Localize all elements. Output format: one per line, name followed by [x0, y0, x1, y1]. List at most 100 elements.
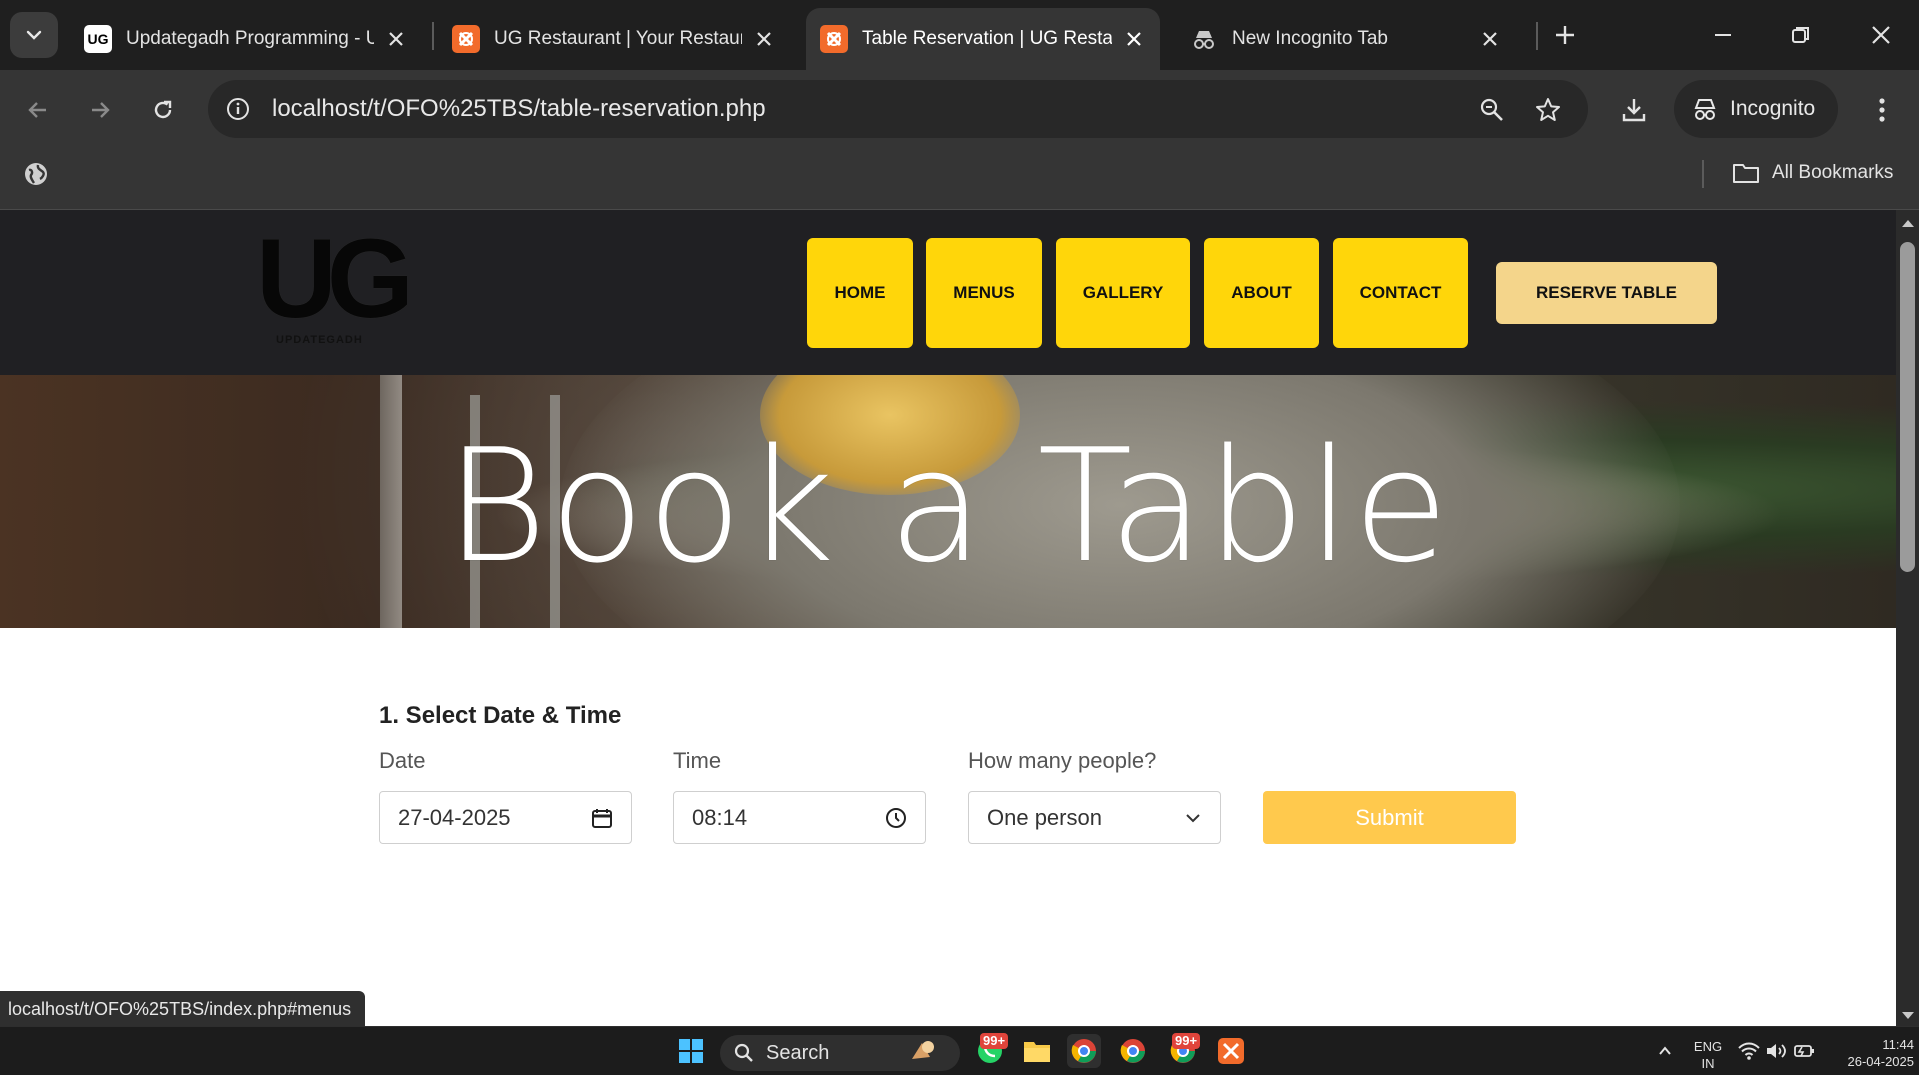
- folder-icon: [1733, 164, 1759, 183]
- zoom-icon: [1480, 98, 1503, 121]
- chrome-badge: 99+: [1172, 1033, 1201, 1049]
- ug-logo-icon: UG: [84, 25, 112, 53]
- tab-separator: [1536, 22, 1538, 50]
- globe-icon: [25, 163, 47, 185]
- new-tab-button[interactable]: [1550, 20, 1580, 50]
- hero-banner: Book a Table: [0, 375, 1896, 628]
- logo-subtitle: UPDATEGADH: [276, 334, 363, 346]
- battery-icon[interactable]: [1788, 1034, 1822, 1068]
- incognito-icon: [1694, 99, 1716, 120]
- nav-gallery[interactable]: GALLERY: [1056, 238, 1190, 348]
- minimize-icon: [1715, 34, 1731, 36]
- nav-contact[interactable]: CONTACT: [1333, 238, 1468, 348]
- nav-menus[interactable]: MENUS: [926, 238, 1042, 348]
- tray-chevron-up-icon[interactable]: [1648, 1034, 1682, 1068]
- tab-updategadh[interactable]: UG Updategadh Programming - U: [70, 8, 422, 70]
- language-indicator[interactable]: ENG IN: [1686, 1038, 1730, 1072]
- arrow-left-icon: [28, 102, 46, 118]
- chevron-down-icon: [1186, 813, 1200, 822]
- hero-title: Book a Table: [445, 415, 1451, 597]
- language-code: ENG: [1693, 1039, 1723, 1054]
- star-icon: [1536, 98, 1560, 121]
- plus-icon: [1556, 26, 1574, 44]
- bookmarks-bar: [0, 150, 1919, 210]
- submit-button[interactable]: Submit: [1263, 791, 1516, 844]
- window-close-button[interactable]: [1860, 14, 1902, 56]
- close-icon: [1872, 26, 1890, 44]
- chevron-down-icon: [26, 30, 42, 40]
- search-label: Search: [766, 1041, 830, 1064]
- tab-search-button[interactable]: [10, 12, 58, 58]
- globe-bookmark[interactable]: [14, 152, 58, 196]
- page-viewport: UG UPDATEGADH HOME MENUS GALLERY ABOUT C…: [0, 210, 1896, 1026]
- reservation-form: 1. Select Date & Time Date Time How many…: [0, 628, 1896, 1026]
- all-bookmarks-button[interactable]: All Bookmarks: [1732, 162, 1893, 184]
- people-select[interactable]: One person: [968, 791, 1221, 844]
- reserve-table-button[interactable]: RESERVE TABLE: [1496, 262, 1717, 324]
- date-input[interactable]: 27-04-2025: [379, 791, 632, 844]
- site-info-icon[interactable]: [222, 93, 254, 125]
- people-value: One person: [987, 804, 1102, 830]
- profile-label: Incognito: [1730, 97, 1816, 120]
- calendar-icon[interactable]: [591, 807, 613, 829]
- kebab-menu-icon: [1879, 98, 1885, 122]
- download-icon: [1622, 99, 1646, 122]
- whatsapp-badge: 99+: [980, 1033, 1009, 1049]
- nav-about[interactable]: ABOUT: [1204, 238, 1319, 348]
- tab-title: Updategadh Programming - U: [126, 28, 374, 49]
- date-value: 27-04-2025: [398, 804, 511, 830]
- incognito-profile-button[interactable]: Incognito: [1674, 80, 1838, 138]
- zoom-button[interactable]: [1470, 88, 1514, 132]
- browser-menu-button[interactable]: [1860, 88, 1904, 132]
- chrome-incognito-icon[interactable]: [1067, 1034, 1101, 1068]
- bookmark-button[interactable]: [1526, 88, 1570, 132]
- step-title: 1. Select Date & Time: [379, 702, 622, 729]
- start-button[interactable]: [674, 1034, 708, 1068]
- all-bookmarks-label: All Bookmarks: [1772, 162, 1894, 183]
- xampp-taskbar-icon[interactable]: [1214, 1034, 1248, 1068]
- xampp-icon: [452, 25, 480, 53]
- scroll-down-icon[interactable]: [1900, 1009, 1915, 1023]
- site-logo[interactable]: UG UPDATEGADH: [256, 216, 414, 346]
- scrollbar-thumb[interactable]: [1900, 242, 1915, 572]
- incognito-icon: [1190, 25, 1218, 53]
- nav-home[interactable]: HOME: [807, 238, 913, 348]
- close-icon[interactable]: [1122, 27, 1146, 51]
- xampp-icon: [820, 25, 848, 53]
- link-status-bubble: localhost/t/OFO%25TBS/index.php#menus: [0, 991, 366, 1027]
- tab-new-incognito[interactable]: New Incognito Tab: [1176, 8, 1516, 70]
- tab-table-reservation[interactable]: Table Reservation | UG Restaurant: [806, 8, 1160, 70]
- scroll-up-icon[interactable]: [1900, 216, 1915, 230]
- clock-icon[interactable]: [885, 807, 907, 829]
- people-label: How many people?: [968, 748, 1157, 773]
- restore-icon: [1792, 27, 1809, 43]
- tab-title: UG Restaurant | Your Restaurant: [494, 28, 742, 49]
- close-icon[interactable]: [752, 27, 776, 51]
- tab-title: New Incognito Tab: [1232, 28, 1388, 49]
- restore-button[interactable]: [1780, 14, 1822, 56]
- time-label: Time: [673, 748, 722, 773]
- clock-date: 26-04-2025: [1847, 1054, 1915, 1069]
- chrome-profile-icon[interactable]: [1116, 1034, 1150, 1068]
- search-icon: [734, 1043, 753, 1062]
- arrow-right-icon: [92, 102, 110, 118]
- reload-button[interactable]: [141, 88, 185, 132]
- taskbar-clock[interactable]: 11:44 26-04-2025: [1820, 1036, 1915, 1070]
- file-explorer-icon[interactable]: [1020, 1034, 1054, 1068]
- close-icon[interactable]: [384, 27, 408, 51]
- minimize-button[interactable]: [1702, 14, 1744, 56]
- downloads-button[interactable]: [1612, 88, 1656, 132]
- reload-icon: [154, 100, 172, 119]
- site-header: UG UPDATEGADH HOME MENUS GALLERY ABOUT C…: [0, 210, 1896, 375]
- tab-title: Table Reservation | UG Restaurant: [862, 28, 1112, 49]
- tab-ug-restaurant[interactable]: UG Restaurant | Your Restaurant: [438, 8, 790, 70]
- back-button[interactable]: [16, 88, 60, 132]
- close-icon[interactable]: [1478, 27, 1502, 51]
- url-text[interactable]: localhost/t/OFO%25TBS/table-reservation.…: [272, 95, 766, 123]
- time-value: 08:14: [692, 804, 748, 830]
- search-highlight-icon[interactable]: [906, 1034, 940, 1068]
- forward-button[interactable]: [78, 88, 122, 132]
- region-code: IN: [1701, 1056, 1715, 1071]
- tab-separator: [432, 22, 434, 50]
- time-input[interactable]: 08:14: [673, 791, 926, 844]
